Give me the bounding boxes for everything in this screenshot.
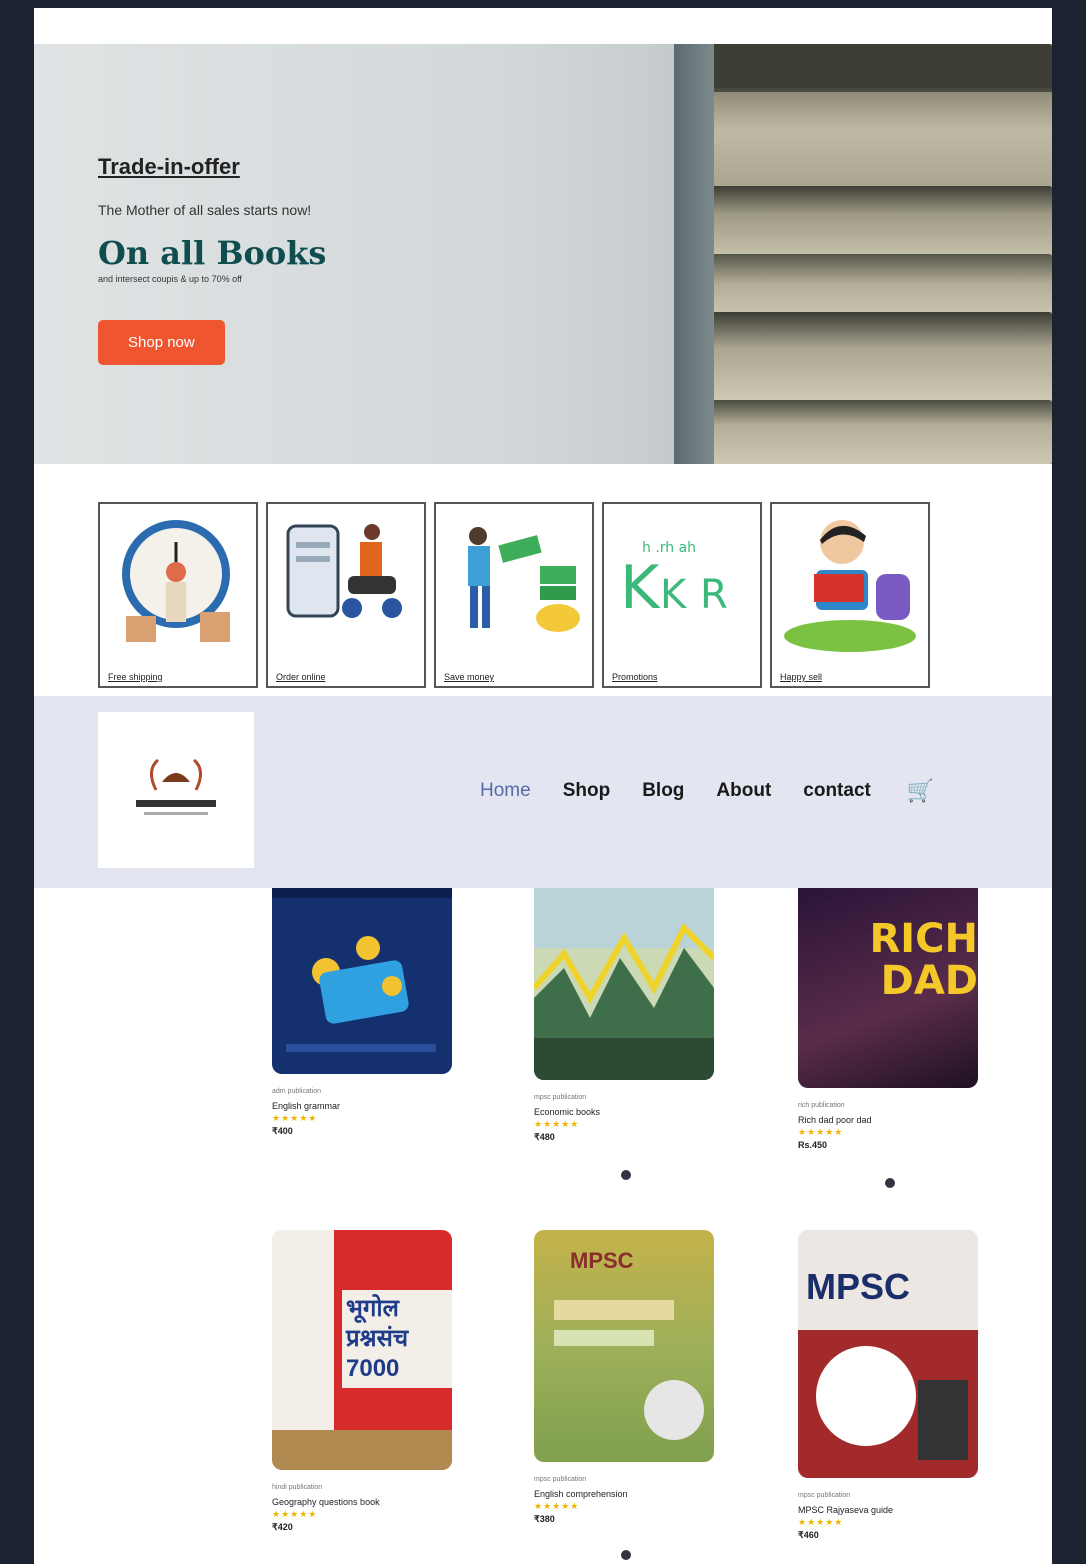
money-icon xyxy=(468,527,580,632)
feature-label: Order online xyxy=(276,672,326,682)
product-brand: mpsc publication xyxy=(798,1492,851,1499)
product-price: ₹420 xyxy=(272,1522,293,1532)
feature-box-order-online[interactable]: Order online xyxy=(266,502,426,688)
feature-label: Promotions xyxy=(612,672,658,682)
product-card[interactable]: MPSC mpsc publication English comprehens… xyxy=(534,1230,714,1525)
product-price: ₹480 xyxy=(534,1132,555,1142)
feature-box-save-money[interactable]: Save money xyxy=(434,502,594,688)
nav-blog[interactable]: Blog xyxy=(642,780,684,802)
product-name[interactable]: Economic books xyxy=(534,1107,714,1117)
shop-now-button[interactable]: Shop now xyxy=(98,320,225,365)
letters-icon: K K R h .rh ah xyxy=(620,540,728,623)
product-card[interactable]: MPSC mpsc publication MPSC Rajyaseva gui… xyxy=(798,1230,978,1541)
product-cover xyxy=(272,888,452,1074)
feature-box-happy-sell[interactable]: Happy sell xyxy=(770,502,930,688)
logo-emblem-icon xyxy=(136,758,216,815)
main-nav: Home Shop Blog About contact 🛒 xyxy=(480,778,934,804)
cart-icon[interactable]: 🛒 xyxy=(907,778,934,804)
product-name[interactable]: Rich dad poor dad xyxy=(798,1115,978,1125)
site-logo[interactable] xyxy=(98,712,254,868)
product-rating: ★★★★★ xyxy=(798,1127,844,1137)
product-card[interactable]: mpsc publication Economic books ★★★★★ ₹4… xyxy=(534,888,714,1143)
product-brand: hindi publication xyxy=(272,1484,323,1491)
feature-box-promotions[interactable]: K K R h .rh ah Promotions xyxy=(602,502,762,688)
hero-small-text: and intersect coupis & up to 70% off xyxy=(98,274,242,284)
navbar: Home Shop Blog About contact 🛒 xyxy=(34,696,1052,888)
product-brand: adm publication xyxy=(272,1088,322,1095)
feature-label: Free shipping xyxy=(108,672,163,682)
nav-home[interactable]: Home xyxy=(480,780,531,802)
product-price: ₹380 xyxy=(534,1514,555,1524)
product-card[interactable]: भूगोल प्रश्नसंच 7000 hindi publication G… xyxy=(272,1230,452,1533)
product-card[interactable]: RICH DAD rich publication Rich dad poor … xyxy=(798,888,978,1150)
product-price: Rs.450 xyxy=(798,1140,828,1150)
product-price: ₹400 xyxy=(272,1126,293,1136)
cover-art xyxy=(272,888,452,1052)
cover-art xyxy=(534,888,714,1080)
product-brand: mpsc publication xyxy=(534,1094,587,1101)
feature-boxes: Free shipping Order online Save money K … xyxy=(98,502,930,688)
product-cover xyxy=(534,888,714,1080)
product-cover: MPSC xyxy=(798,1230,978,1478)
cart-dot-icon[interactable] xyxy=(621,1550,631,1560)
hero-title: On all Books xyxy=(98,234,327,272)
hero-banner: Trade-in-offer The Mother of all sales s… xyxy=(34,44,1052,464)
page: Trade-in-offer The Mother of all sales s… xyxy=(34,8,1052,1564)
cart-dot-icon[interactable] xyxy=(621,1170,631,1180)
hero-text: Trade-in-offer The Mother of all sales s… xyxy=(98,154,326,365)
book-stack-image xyxy=(674,44,1052,464)
svg-text:K: K xyxy=(620,553,661,623)
hero-kicker: Trade-in-offer xyxy=(98,154,240,179)
cart-dot-icon[interactable] xyxy=(885,1178,895,1188)
feature-label: Save money xyxy=(444,672,495,682)
svg-text:h .rh ah: h .rh ah xyxy=(642,540,696,556)
nav-about[interactable]: About xyxy=(716,780,771,802)
svg-text:K: K xyxy=(660,572,688,618)
clock-delivery-icon xyxy=(122,520,230,642)
nav-shop[interactable]: Shop xyxy=(563,780,611,802)
product-rating: ★★★★★ xyxy=(272,1509,318,1519)
hero-subtitle: The Mother of all sales starts now! xyxy=(98,202,312,218)
product-name[interactable]: English comprehension xyxy=(534,1489,714,1499)
product-cover: RICH DAD xyxy=(798,888,978,1088)
phone-delivery-icon xyxy=(286,524,402,618)
product-price: ₹460 xyxy=(798,1530,819,1540)
product-name[interactable]: English grammar xyxy=(272,1101,452,1111)
child-reading-icon xyxy=(784,520,916,652)
product-card[interactable]: adm publication English grammar ★★★★★ ₹4… xyxy=(272,888,452,1137)
product-rating: ★★★★★ xyxy=(272,1113,318,1123)
product-cover: MPSC xyxy=(534,1230,714,1462)
cover-title: MPSC xyxy=(570,1248,634,1273)
product-rating: ★★★★★ xyxy=(534,1119,580,1129)
product-brand: mpsc publication xyxy=(534,1476,587,1483)
product-name[interactable]: MPSC Rajyaseva guide xyxy=(798,1505,978,1515)
product-rating: ★★★★★ xyxy=(534,1501,580,1511)
feature-label: Happy sell xyxy=(780,672,823,682)
cover-title: MPSC xyxy=(806,1266,911,1307)
nav-contact[interactable]: contact xyxy=(803,780,871,802)
feature-box-free-shipping[interactable]: Free shipping xyxy=(98,502,258,688)
product-rating: ★★★★★ xyxy=(798,1517,844,1527)
svg-text:R: R xyxy=(700,572,728,618)
product-name[interactable]: Geography questions book xyxy=(272,1497,452,1507)
cover-title: RICH DAD xyxy=(869,916,978,1004)
product-cover: भूगोल प्रश्नसंच 7000 xyxy=(272,1230,452,1470)
cover-title: भूगोल प्रश्नसंच 7000 xyxy=(342,1290,452,1388)
product-brand: rich publication xyxy=(798,1102,845,1109)
